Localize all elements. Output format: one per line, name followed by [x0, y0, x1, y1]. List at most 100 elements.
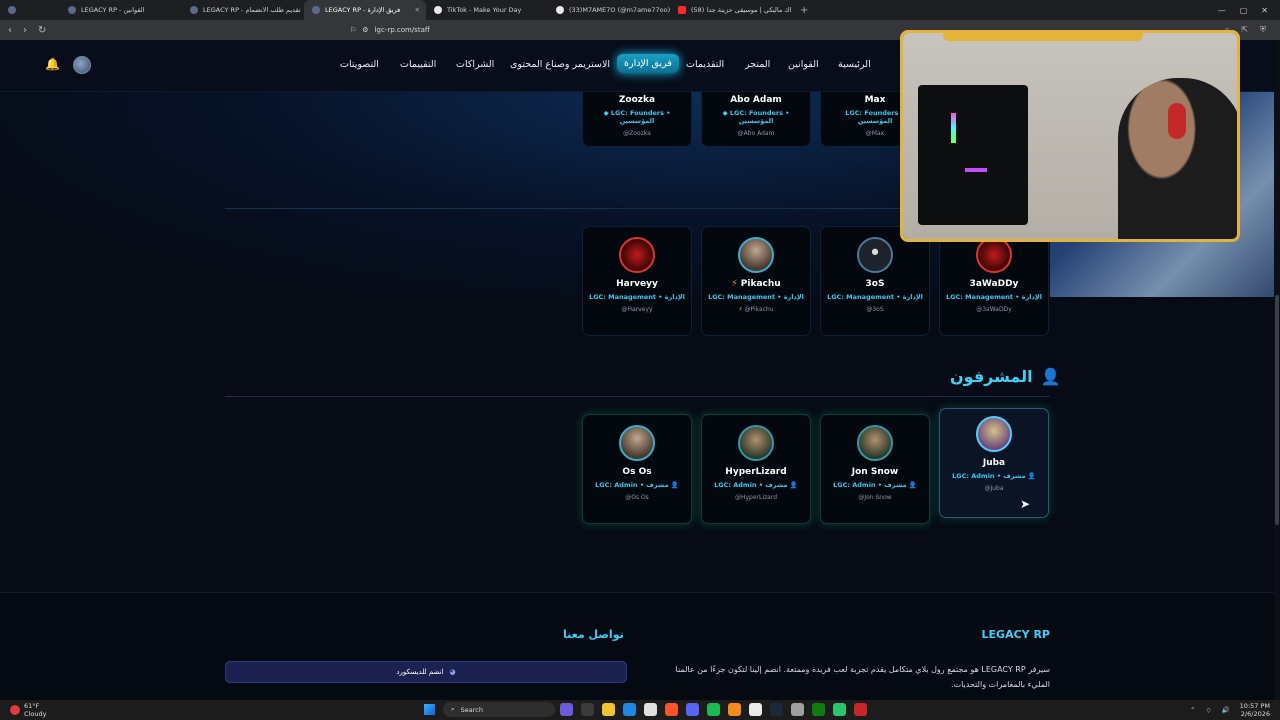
brave-icon[interactable]: [665, 703, 678, 716]
chevron-up-icon[interactable]: ⌃: [1190, 706, 1195, 714]
browser-tab-bar: LEGACY RP - القوانين LEGACY RP - تقديم ط…: [0, 0, 1280, 20]
staff-card-management[interactable]: 3oS LGC: Management • الإدارة @3oS: [820, 226, 930, 336]
obs-icon[interactable]: [749, 703, 762, 716]
close-icon[interactable]: ✕: [415, 6, 420, 14]
avatar: [976, 237, 1012, 273]
staff-role: LGC: Management • الإدارة: [708, 293, 804, 301]
taskbar-apps: [560, 703, 867, 716]
discord-join-button[interactable]: انضم للديسكورد ◕: [225, 661, 627, 683]
volume-icon[interactable]: 🔊: [1222, 706, 1230, 714]
staff-name: Juba: [982, 458, 1006, 468]
browser-tab[interactable]: (33)M7AME7O (@m7ame77oo) | TikTok: [548, 0, 670, 20]
url-field[interactable]: ⚐ ⚙ lgc-rp.com/staff: [350, 26, 430, 34]
tab-label: LEGACY RP - فريق الإدارة: [325, 6, 401, 14]
section-divider: [225, 396, 1050, 397]
staff-handle: @3aWaDDy: [976, 306, 1012, 313]
window-controls: — ▢ ✕: [1218, 6, 1280, 15]
minimize-icon[interactable]: —: [1218, 6, 1226, 15]
share-icon[interactable]: ⇱: [1241, 25, 1248, 35]
staff-role: LGC: Management • الإدارة: [827, 293, 923, 301]
staff-role: LGC: Admin • مشرف 👤: [714, 481, 798, 489]
bell-icon[interactable]: 🔔: [45, 57, 60, 71]
user-check-icon: 👤: [908, 481, 917, 489]
staff-card-admin[interactable]: Jon Snow LGC: Admin • مشرف 👤 @Jon Snow: [820, 414, 930, 524]
nav-applications[interactable]: التقديمات: [686, 59, 724, 70]
new-tab-button[interactable]: +: [792, 5, 816, 16]
tab-label: LEGACY RP - القوانين: [81, 6, 145, 14]
store-icon[interactable]: [644, 703, 657, 716]
webcam-frame-decoration: [943, 33, 1143, 41]
close-window-icon[interactable]: ✕: [1261, 6, 1268, 15]
section-title-supervisors: المشرفون 👤: [950, 367, 1061, 386]
bookmark-icon[interactable]: ⚐: [350, 26, 356, 34]
legacy-favicon: [190, 6, 198, 14]
avatar: [619, 425, 655, 461]
staff-card-management[interactable]: ⚡ Pikachu LGC: Management • الإدارة ⚡ @P…: [701, 226, 811, 336]
staff-handle: @Jon Snow: [858, 494, 892, 501]
browser-tab[interactable]: [0, 0, 60, 20]
settings-app-icon[interactable]: [791, 703, 804, 716]
nav-partnerships[interactable]: الشراكات: [456, 59, 494, 70]
nav-home[interactable]: الرئيسية: [838, 59, 871, 70]
scrollbar-thumb[interactable]: [1275, 295, 1279, 525]
page-scrollbar[interactable]: [1274, 40, 1280, 700]
staff-handle: @HyperLizard: [734, 494, 778, 501]
staff-name: Harveyy: [616, 279, 658, 289]
task-view-icon[interactable]: [581, 703, 594, 716]
staff-card-management[interactable]: Harveyy LGC: Management • الإدارة @Harve…: [582, 226, 692, 336]
file-explorer-icon[interactable]: [602, 703, 615, 716]
browser-tab[interactable]: TikTok - Make Your Day: [426, 0, 548, 20]
network-icon[interactable]: ⌔: [1205, 706, 1211, 715]
nav-rules[interactable]: القوانين: [788, 59, 819, 70]
avatar: [619, 237, 655, 273]
app-icon[interactable]: [854, 703, 867, 716]
staff-card-admin[interactable]: Juba LGC: Admin • مشرف 👤 @Juba: [939, 408, 1049, 518]
user-check-icon: 👤: [1027, 472, 1036, 480]
reload-icon[interactable]: ↻: [38, 25, 46, 36]
search-icon: ⌕: [451, 705, 455, 713]
app-icon[interactable]: [833, 703, 846, 716]
browser-tab-active[interactable]: LEGACY RP - فريق الإدارة ✕: [304, 0, 426, 20]
staff-role: LGC: Management • الإدارة: [946, 293, 1042, 301]
steam-icon[interactable]: [770, 703, 783, 716]
spotify-icon[interactable]: [707, 703, 720, 716]
site-info-icon[interactable]: ⚙: [362, 26, 368, 34]
nav-streamers[interactable]: الاستريمر وصناع المحتوى: [510, 59, 610, 70]
nav-staff-team[interactable]: فريق الإدارة: [617, 54, 679, 73]
user-avatar[interactable]: [73, 56, 91, 74]
staff-card-admin[interactable]: Os Os LGC: Admin • مشرف 👤 @Os Os: [582, 414, 692, 524]
staff-role: LGC: Admin • مشرف 👤: [952, 472, 1036, 480]
staff-card-founder[interactable]: Abo Adam ◆ LGC: Founders • المؤسسين @Abo…: [701, 92, 811, 147]
browser-tab[interactable]: (58) الحداك ماليكي | موسيقى حزينة جدا: [670, 0, 792, 20]
nav-store[interactable]: المتجر: [745, 59, 770, 70]
weather-icon: [10, 705, 20, 715]
staff-card-management[interactable]: 3aWaDDy LGC: Management • الإدارة @3aWaD…: [939, 226, 1049, 336]
taskbar-search[interactable]: ⌕ Search: [443, 702, 555, 717]
footer-description: سيرفر LEGACY RP هو مجتمع رول بلاي متكامل…: [675, 665, 1051, 689]
staff-name: HyperLizard: [725, 467, 787, 477]
avatar: [857, 237, 893, 273]
browser-tab[interactable]: LEGACY RP - القوانين: [60, 0, 182, 20]
staff-card-admin[interactable]: HyperLizard LGC: Admin • مشرف 👤 @HyperLi…: [701, 414, 811, 524]
windows-start-icon[interactable]: [424, 704, 435, 715]
copilot-icon[interactable]: [560, 703, 573, 716]
xbox-icon[interactable]: [812, 703, 825, 716]
back-icon[interactable]: ‹: [8, 25, 12, 36]
url-text[interactable]: lgc-rp.com/staff: [375, 26, 430, 34]
avatar: [738, 237, 774, 273]
user-check-icon: 👤: [670, 481, 679, 489]
nav-votes[interactable]: التصويتات: [340, 59, 379, 70]
shield-icon[interactable]: ⛨: [1260, 25, 1266, 35]
weather-widget[interactable]: 61°F Cloudy: [10, 702, 46, 718]
avatar: [976, 416, 1012, 452]
cloud-icon[interactable]: [728, 703, 741, 716]
nav-reviews[interactable]: التقييمات: [400, 59, 436, 70]
staff-card-founder[interactable]: Zoozka ◆ LGC: Founders • المؤسسين @Zoozk…: [582, 92, 692, 147]
footer-contact-title: تواصل معنا: [563, 628, 624, 641]
edge-icon[interactable]: [623, 703, 636, 716]
discord-app-icon[interactable]: [686, 703, 699, 716]
forward-icon[interactable]: ›: [23, 25, 27, 36]
browser-tab[interactable]: LEGACY RP - تقديم طلب الانضمام: [182, 0, 304, 20]
system-clock[interactable]: 10:57 PM 2/6/2026: [1240, 702, 1270, 718]
maximize-icon[interactable]: ▢: [1240, 6, 1248, 15]
